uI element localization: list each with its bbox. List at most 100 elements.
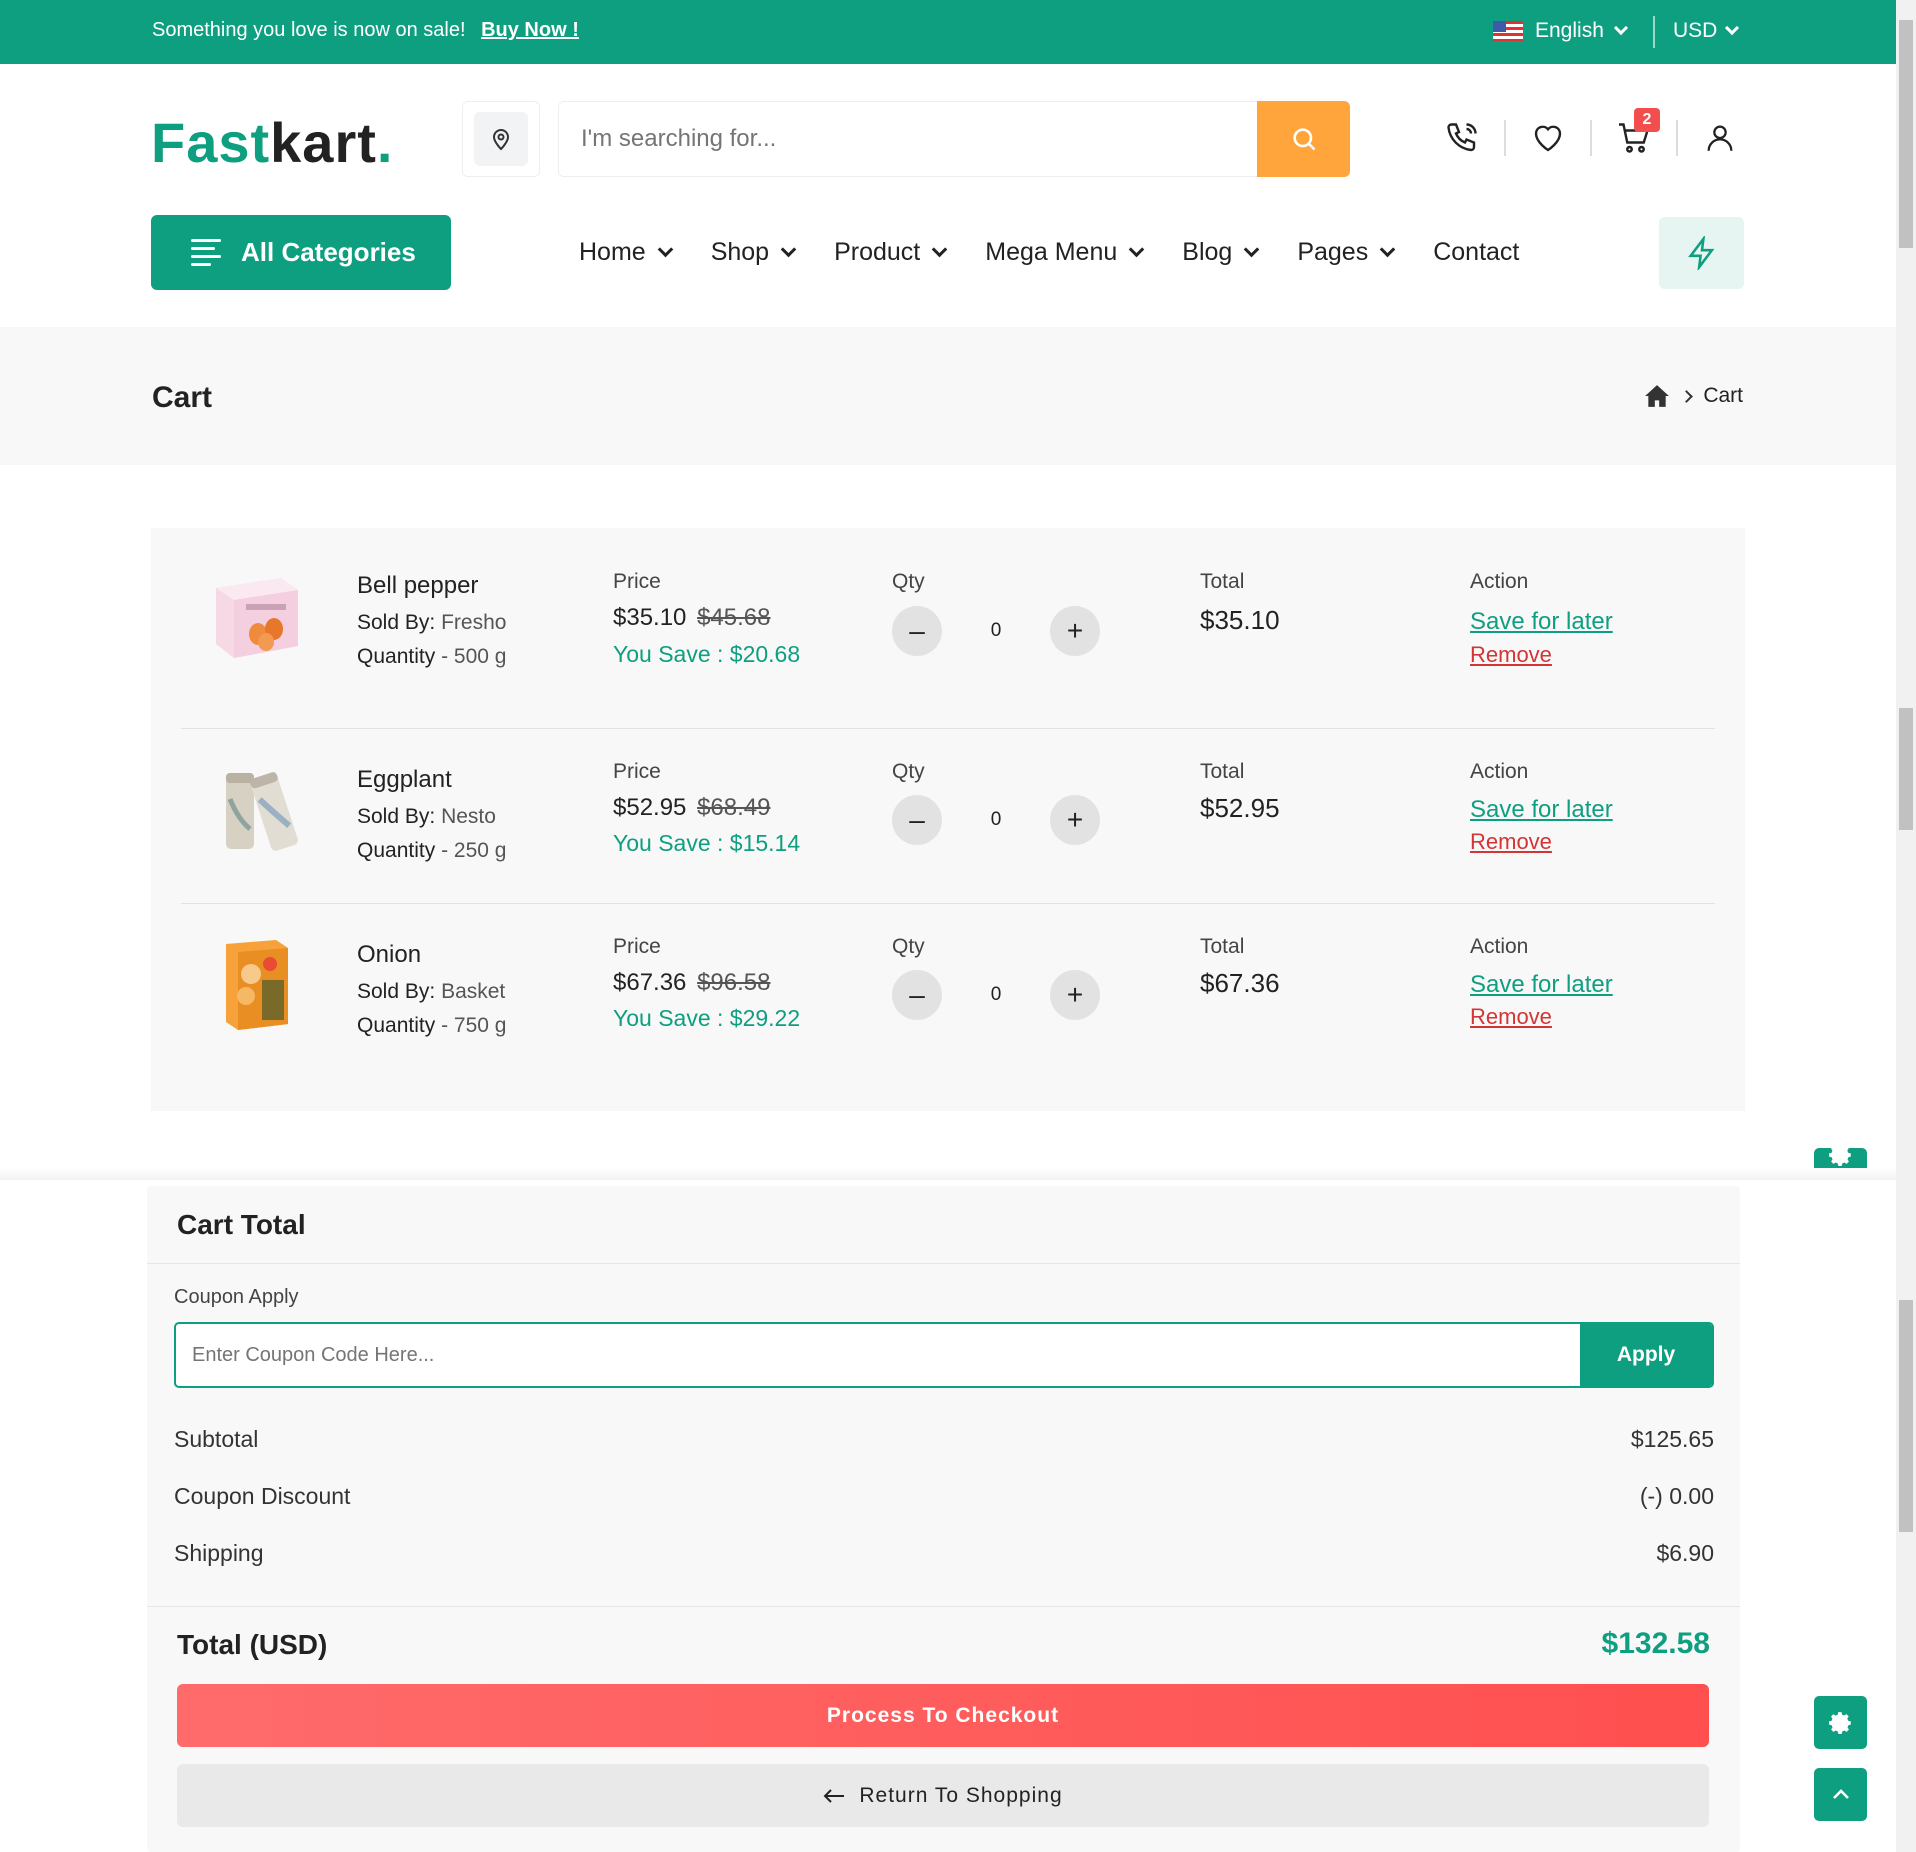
remove-link[interactable]: Remove	[1470, 642, 1552, 668]
apply-coupon-button[interactable]: Apply	[1580, 1324, 1712, 1386]
price: $52.95 $68.49	[613, 794, 770, 822]
search-input[interactable]	[559, 102, 1259, 176]
currency-selector[interactable]: USD	[1673, 19, 1740, 43]
line-total: $35.10	[1200, 605, 1280, 635]
back-to-top-button[interactable]	[1814, 1768, 1867, 1821]
price-header: Price	[613, 570, 661, 593]
cart-table: Bell pepper Sold By: Fresho Quantity - 5…	[151, 528, 1745, 1111]
current-price: $67.36	[613, 969, 687, 996]
nav-item-mega-menu[interactable]: Mega Menu	[985, 238, 1145, 267]
sold-by-label: Sold By:	[357, 980, 436, 1003]
plus-icon: +	[1066, 804, 1084, 835]
current-price: $35.10	[613, 604, 687, 631]
qty-value[interactable]: 0	[981, 809, 1011, 831]
quantity-value: - 250 g	[441, 839, 507, 862]
deals-button[interactable]	[1659, 217, 1744, 289]
action-header: Action	[1470, 935, 1529, 958]
all-categories-button[interactable]: All Categories	[151, 215, 451, 290]
language-label: English	[1535, 19, 1604, 42]
increase-qty-button[interactable]: +	[1050, 970, 1100, 1020]
nav-item-pages[interactable]: Pages	[1297, 238, 1396, 267]
main-nav: Home Shop Product Mega Menu Blog Pages C…	[579, 238, 1519, 267]
discount-row: Coupon Discount (-) 0.00	[174, 1483, 1714, 1510]
save-for-later-link[interactable]: Save for later	[1470, 796, 1613, 824]
product-image[interactable]	[206, 759, 306, 859]
chevron-down-icon	[1129, 241, 1145, 258]
price-header: Price	[613, 760, 661, 783]
menu-icon	[191, 239, 221, 266]
search-button[interactable]	[1257, 101, 1350, 177]
cart-row: Eggplant Sold By: Nesto Quantity - 250 g…	[181, 729, 1715, 904]
divider	[1653, 16, 1655, 48]
all-categories-label: All Categories	[241, 237, 416, 267]
nav-item-shop[interactable]: Shop	[711, 238, 797, 267]
scrollbar-thumb[interactable]	[1899, 1300, 1913, 1532]
chevron-up-icon	[1832, 1788, 1849, 1799]
product-name[interactable]: Eggplant	[357, 766, 452, 794]
qty-value[interactable]: 0	[981, 984, 1011, 1006]
minus-icon: –	[909, 804, 925, 835]
chevron-down-icon	[657, 241, 673, 258]
remove-link[interactable]: Remove	[1470, 829, 1552, 855]
checkout-button[interactable]: Process To Checkout	[177, 1684, 1709, 1747]
chevron-down-icon	[1379, 241, 1396, 258]
currency-label: USD	[1673, 19, 1718, 42]
qty-value[interactable]: 0	[981, 620, 1011, 642]
save-for-later-link[interactable]: Save for later	[1470, 608, 1613, 636]
language-selector[interactable]: English	[1493, 19, 1628, 43]
sold-by-label: Sold By:	[357, 805, 436, 828]
shipping-value: $6.90	[1656, 1540, 1714, 1566]
shipping-label: Shipping	[174, 1540, 264, 1566]
phone-icon	[1447, 123, 1477, 152]
decrease-qty-button[interactable]: –	[892, 795, 942, 845]
seller-name: Fresho	[441, 611, 507, 634]
buy-now-link[interactable]: Buy Now !	[481, 19, 579, 41]
save-for-later-link[interactable]: Save for later	[1470, 971, 1613, 999]
phone-button[interactable]	[1440, 116, 1484, 160]
scrollbar-thumb[interactable]	[1899, 20, 1913, 248]
cart-button[interactable]: 2	[1612, 108, 1660, 160]
chevron-down-icon	[1613, 20, 1628, 36]
grand-total-label: Total (USD)	[177, 1629, 328, 1660]
product-box-image	[216, 578, 298, 658]
product-meta: Sold By: Basket Quantity - 750 g	[357, 975, 506, 1043]
account-button[interactable]	[1698, 116, 1742, 160]
nav-item-home[interactable]: Home	[579, 238, 673, 267]
page-scrollbar[interactable]	[1896, 0, 1916, 1852]
location-button[interactable]	[462, 101, 540, 177]
nav-item-contact[interactable]: Contact	[1433, 238, 1519, 267]
product-box-image	[226, 940, 288, 1030]
settings-button-partial[interactable]	[1814, 1148, 1867, 1168]
chevron-down-icon	[931, 241, 948, 258]
chevron-right-icon	[1680, 389, 1694, 403]
discount-value: (-) 0.00	[1639, 1483, 1714, 1509]
nav-item-blog[interactable]: Blog	[1182, 238, 1260, 267]
coupon-input[interactable]	[176, 1324, 1576, 1386]
nav-item-product[interactable]: Product	[834, 238, 948, 267]
heart-icon	[1534, 125, 1562, 152]
price: $67.36 $96.58	[613, 969, 770, 997]
product-image[interactable]	[206, 934, 306, 1034]
increase-qty-button[interactable]: +	[1050, 795, 1100, 845]
return-to-shopping-button[interactable]: Return To Shopping	[177, 1764, 1709, 1827]
remove-link[interactable]: Remove	[1470, 1004, 1552, 1030]
decrease-qty-button[interactable]: –	[892, 970, 942, 1020]
product-meta: Sold By: Nesto Quantity - 250 g	[357, 800, 506, 868]
promo-banner: Something you love is now on sale! Buy N…	[152, 19, 579, 42]
product-name[interactable]: Onion	[357, 941, 421, 969]
total-header: Total	[1200, 570, 1245, 593]
quantity-label: Quantity	[357, 1014, 436, 1037]
scrollbar-thumb[interactable]	[1899, 708, 1913, 830]
checkout-label: Process To Checkout	[826, 1703, 1060, 1727]
cart-total-title: Cart Total	[177, 1209, 306, 1240]
decrease-qty-button[interactable]: –	[892, 606, 942, 656]
settings-button[interactable]	[1814, 1696, 1867, 1749]
increase-qty-button[interactable]: +	[1050, 606, 1100, 656]
logo[interactable]: Fastkart.	[151, 110, 393, 175]
home-icon[interactable]	[1644, 384, 1670, 408]
product-name[interactable]: Bell pepper	[357, 572, 478, 600]
you-save: You Save : $20.68	[613, 641, 801, 667]
price-header: Price	[613, 935, 661, 958]
product-image[interactable]	[206, 566, 306, 666]
wishlist-button[interactable]	[1526, 116, 1570, 160]
